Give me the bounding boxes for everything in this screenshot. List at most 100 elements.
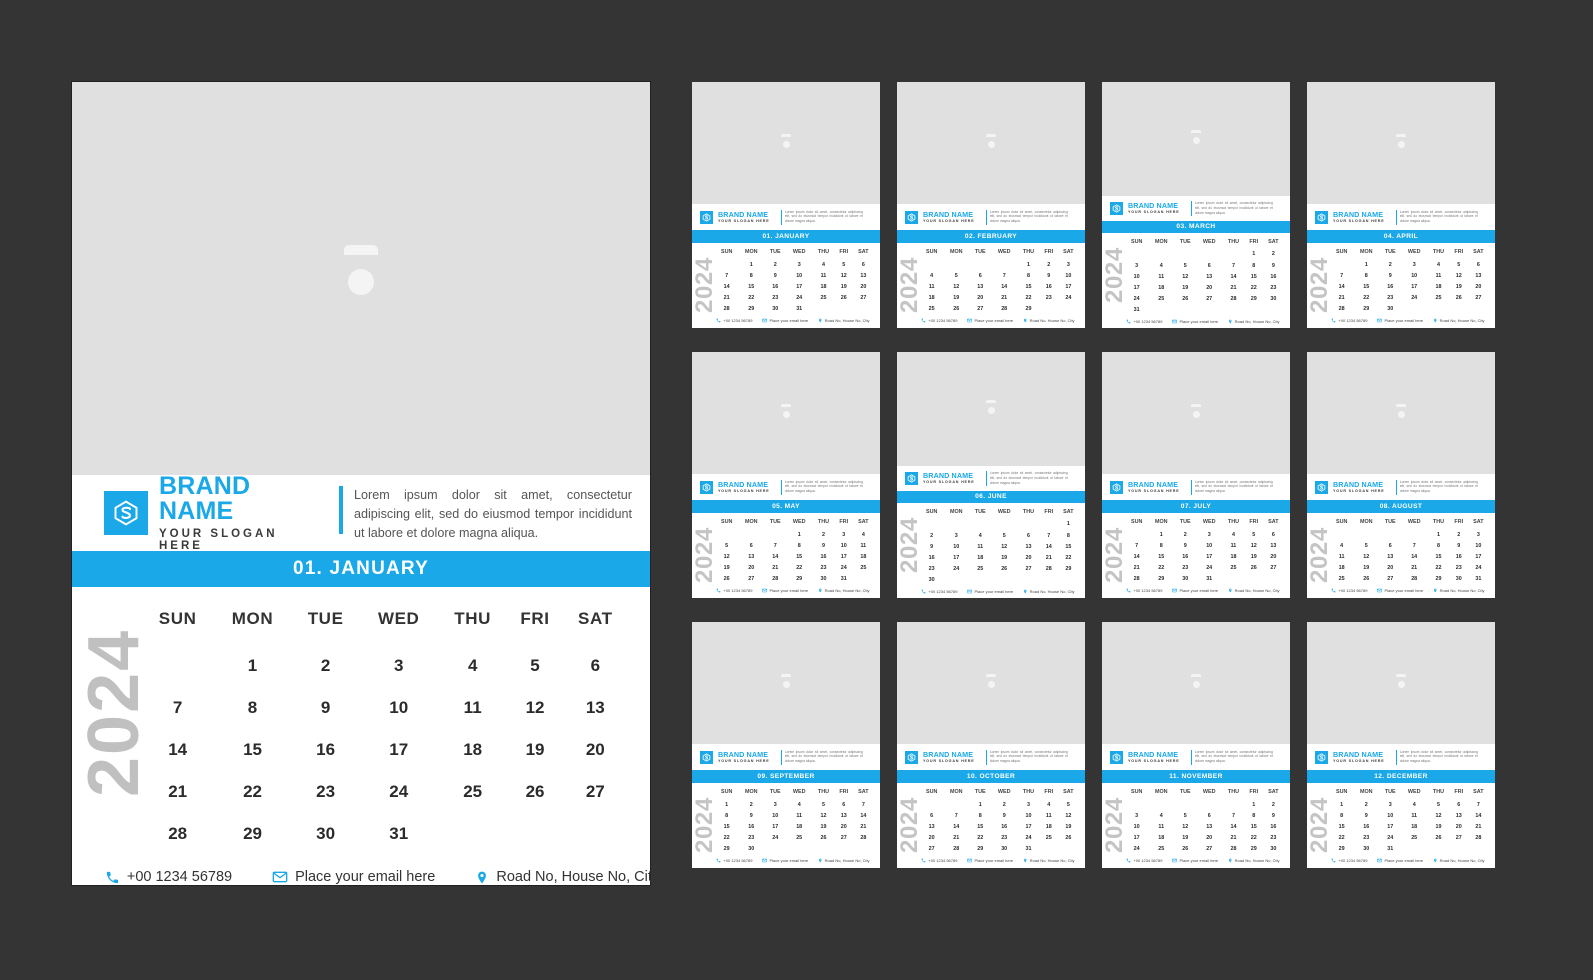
thumb-calendar-table[interactable]: SUN MON TUE WED THU FRI SAT 1 2 3 4 5 6 7 8 9 10 11 12 13 1… xyxy=(1330,788,1489,855)
day-cell[interactable]: 23 xyxy=(292,771,360,813)
day-cell[interactable]: 27 xyxy=(1468,293,1489,304)
day-cell[interactable]: 22 xyxy=(213,771,291,813)
contact-address[interactable]: Road No, House No, City xyxy=(1228,319,1280,324)
day-cell[interactable]: 1 xyxy=(1330,799,1353,810)
day-cell[interactable]: 5 xyxy=(943,270,969,281)
day-cell[interactable]: 21 xyxy=(1125,563,1148,574)
day-cell[interactable]: 8 xyxy=(738,270,764,281)
day-cell[interactable]: 3 xyxy=(1379,799,1401,810)
day-cell[interactable]: 14 xyxy=(1401,551,1427,562)
day-cell[interactable]: 3 xyxy=(764,799,786,810)
day-cell[interactable]: 8 xyxy=(1427,540,1450,551)
day-cell[interactable]: 10 xyxy=(1058,270,1079,281)
day-cell[interactable]: 23 xyxy=(1379,293,1401,304)
day-cell[interactable]: 25 xyxy=(438,771,508,813)
day-cell[interactable]: 1 xyxy=(715,799,738,810)
day-cell[interactable]: 26 xyxy=(835,293,853,304)
day-cell[interactable]: 10 xyxy=(1196,540,1222,551)
day-cell[interactable]: 8 xyxy=(1058,530,1079,541)
day-cell[interactable]: 4 xyxy=(853,529,874,540)
contact-address[interactable]: Road No, House No, City xyxy=(818,318,870,323)
month-thumbnail-august[interactable]: BRAND NAME YOUR SLOGAN HERE Lorem ipsum … xyxy=(1307,352,1495,598)
day-cell[interactable]: 10 xyxy=(359,687,437,729)
day-cell[interactable]: 6 xyxy=(1379,540,1401,551)
day-cell[interactable]: 26 xyxy=(991,564,1017,575)
day-cell[interactable]: 31 xyxy=(359,813,437,855)
day-cell[interactable]: 20 xyxy=(969,293,991,304)
day-cell[interactable]: 9 xyxy=(1353,810,1379,821)
day-cell[interactable]: 26 xyxy=(1353,574,1379,585)
contact-email[interactable]: Place your email here xyxy=(967,318,1013,323)
day-cell[interactable]: 10 xyxy=(1017,810,1040,821)
contact-phone[interactable]: +00 1234 56789 xyxy=(1331,858,1367,863)
contact-address[interactable]: Road No, House No, City xyxy=(818,588,870,593)
day-cell[interactable]: 25 xyxy=(1148,844,1174,855)
contact-email[interactable]: Place your email here xyxy=(1172,319,1218,324)
day-cell[interactable]: 28 xyxy=(853,833,874,844)
day-cell[interactable]: 27 xyxy=(563,771,628,813)
day-cell[interactable]: 14 xyxy=(853,810,874,821)
day-cell[interactable]: 21 xyxy=(853,821,874,832)
day-cell[interactable]: 2 xyxy=(292,645,360,687)
day-cell[interactable]: 13 xyxy=(853,270,874,281)
day-cell[interactable]: 19 xyxy=(1353,563,1379,574)
day-cell[interactable]: 9 xyxy=(1040,270,1058,281)
day-cell[interactable]: 2 xyxy=(1379,259,1401,270)
day-cell[interactable]: 4 xyxy=(920,270,943,281)
thumb-photo-placeholder[interactable] xyxy=(692,82,880,204)
day-cell[interactable]: 12 xyxy=(715,551,738,562)
day-cell[interactable]: 5 xyxy=(1427,799,1450,810)
thumb-calendar-table[interactable]: SUN MON TUE WED THU FRI SAT 1 2 3 4 5 6 7 8 9 10 11 12 13 1… xyxy=(1125,238,1284,316)
day-cell[interactable]: 31 xyxy=(835,574,853,585)
day-cell[interactable]: 15 xyxy=(1427,551,1450,562)
day-cell[interactable]: 28 xyxy=(764,574,786,585)
day-cell[interactable]: 21 xyxy=(1330,293,1353,304)
contact-email[interactable]: Place your email here xyxy=(1172,858,1218,863)
contact-phone[interactable]: +00 1234 56789 xyxy=(1331,318,1367,323)
day-cell[interactable]: 9 xyxy=(1174,540,1196,551)
day-cell[interactable]: 17 xyxy=(1401,281,1427,292)
day-cell[interactable]: 13 xyxy=(1196,821,1222,832)
month-thumbnail-june[interactable]: BRAND NAME YOUR SLOGAN HERE Lorem ipsum … xyxy=(897,352,1085,598)
day-cell[interactable]: 11 xyxy=(1148,821,1174,832)
day-cell[interactable]: 31 xyxy=(1379,844,1401,855)
month-thumbnail-january[interactable]: BRAND NAME YOUR SLOGAN HERE Lorem ipsum … xyxy=(692,82,880,328)
day-cell[interactable]: 29 xyxy=(1058,564,1079,575)
day-cell[interactable]: 16 xyxy=(1263,271,1284,282)
day-cell[interactable]: 20 xyxy=(1196,833,1222,844)
thumb-calendar-table[interactable]: SUN MON TUE WED THU FRI SAT 1 2 3 4 5 6 7 8 9 10 11 12 13 1… xyxy=(715,518,874,585)
day-cell[interactable]: 29 xyxy=(1017,304,1040,315)
month-thumbnail-may[interactable]: BRAND NAME YOUR SLOGAN HERE Lorem ipsum … xyxy=(692,352,880,598)
day-cell[interactable]: 2 xyxy=(764,259,786,270)
day-cell[interactable]: 12 xyxy=(835,270,853,281)
day-cell[interactable]: 15 xyxy=(1017,281,1040,292)
day-cell[interactable]: 24 xyxy=(764,833,786,844)
day-cell[interactable]: 5 xyxy=(1174,260,1196,271)
day-cell[interactable]: 21 xyxy=(943,833,969,844)
day-cell[interactable]: 26 xyxy=(943,304,969,315)
day-cell[interactable]: 22 xyxy=(1245,833,1263,844)
day-cell[interactable]: 5 xyxy=(715,540,738,551)
day-cell[interactable]: 3 xyxy=(1058,259,1079,270)
day-cell[interactable]: 16 xyxy=(1353,821,1379,832)
day-cell[interactable]: 13 xyxy=(1468,270,1489,281)
day-cell[interactable]: 22 xyxy=(738,293,764,304)
month-thumbnail-october[interactable]: BRAND NAME YOUR SLOGAN HERE Lorem ipsum … xyxy=(897,622,1085,868)
day-cell[interactable]: 3 xyxy=(1468,529,1489,540)
day-cell[interactable]: 24 xyxy=(1379,833,1401,844)
day-cell[interactable]: 5 xyxy=(1450,259,1468,270)
day-cell[interactable]: 14 xyxy=(1330,281,1353,292)
contact-address[interactable]: Road No, House No, City xyxy=(818,858,870,863)
day-cell[interactable]: 20 xyxy=(835,821,853,832)
day-cell[interactable]: 11 xyxy=(1040,810,1058,821)
day-cell[interactable]: 15 xyxy=(1353,281,1379,292)
day-cell[interactable]: 19 xyxy=(943,293,969,304)
day-cell[interactable]: 10 xyxy=(1125,271,1148,282)
thumb-calendar-table[interactable]: SUN MON TUE WED THU FRI SAT 1 2 3 4 5 6 7 8 9 10 11 12 13 1… xyxy=(1330,518,1489,585)
day-cell[interactable]: 22 xyxy=(969,833,991,844)
day-cell[interactable]: 15 xyxy=(1245,821,1263,832)
day-cell[interactable]: 25 xyxy=(1148,294,1174,305)
day-cell[interactable]: 24 xyxy=(835,563,853,574)
day-cell[interactable]: 11 xyxy=(1401,810,1427,821)
thumb-calendar-table[interactable]: SUN MON TUE WED THU FRI SAT 1 2 3 4 5 6 7 8 9 10 11 12 13 1… xyxy=(715,788,874,855)
